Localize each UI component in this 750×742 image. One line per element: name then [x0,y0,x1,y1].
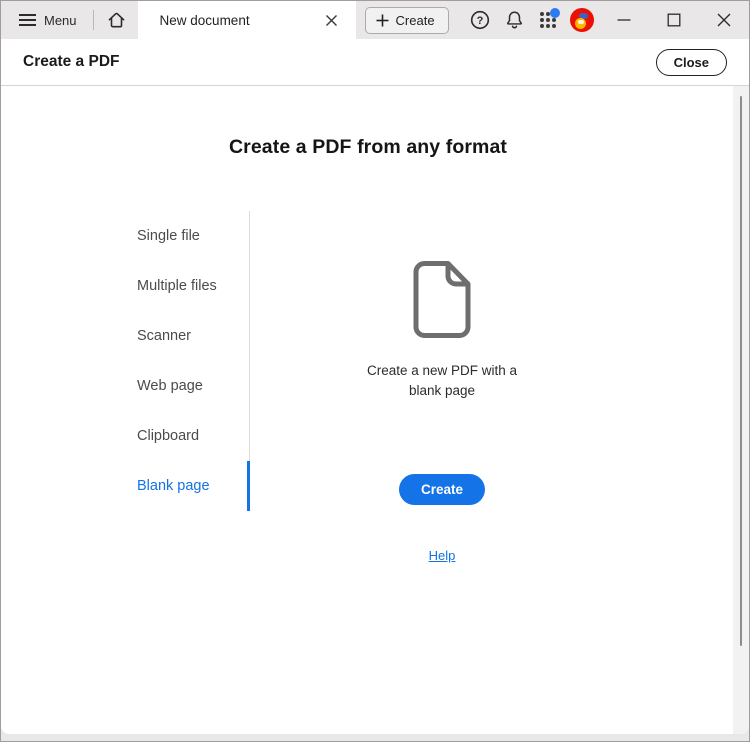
home-icon [106,10,127,30]
svg-text:?: ? [477,15,484,27]
nav-item-single-file[interactable]: Single file [137,211,241,261]
nav-selected-indicator [247,461,250,511]
question-circle-icon: ? [470,10,490,30]
menu-button[interactable]: Menu [9,5,87,35]
help-link[interactable]: Help [429,548,456,563]
nav-item-web-page[interactable]: Web page [137,361,241,411]
close-icon [326,14,338,26]
bell-icon [506,11,522,29]
home-button[interactable] [100,5,134,35]
titlebar: Menu New document Create ? [1,1,749,39]
tab-close-button[interactable] [320,8,344,32]
maximize-icon [667,13,681,27]
scrollbar-track[interactable] [733,86,749,734]
scrollbar-thumb[interactable] [740,96,742,646]
plus-icon [376,14,389,27]
titlebar-divider [92,10,94,30]
minimize-icon [617,19,631,21]
help-menu-button[interactable]: ? [463,5,497,35]
blank-page-detail: Create a new PDF with a blank page Creat… [342,86,542,734]
create-pdf-button[interactable]: Create [398,474,486,505]
maximize-button[interactable] [649,1,699,39]
acrobat-brand-button[interactable] [565,5,599,35]
nav-item-multiple-files[interactable]: Multiple files [137,261,241,311]
detail-caption: Create a new PDF with a blank page [366,363,518,398]
nav-item-scanner[interactable]: Scanner [137,311,241,361]
tab-title: New document [159,12,250,28]
tool-header: Create a PDF Close [1,39,749,86]
window-close-button[interactable] [699,1,749,39]
close-tool-button[interactable]: Close [655,48,727,76]
app-window: Menu New document Create ? Create a PDF … [0,0,750,742]
content-panel: Create a PDF from any format Single file… [1,86,749,734]
app-grid-icon [539,8,560,29]
nav-item-blank-page[interactable]: Blank page [137,461,241,511]
notification-badge [550,8,560,18]
close-icon [717,13,731,27]
notifications-button[interactable] [497,5,531,35]
minimize-button[interactable] [599,1,649,39]
create-tab-button[interactable]: Create [364,6,449,34]
tab-new-document[interactable]: New document [137,1,356,39]
acrobat-logo [570,8,594,32]
format-nav: Single file Multiple files Scanner Web p… [137,211,241,511]
page-title: Create a PDF [23,53,120,70]
hamburger-icon [19,13,36,27]
apps-button[interactable] [531,5,565,35]
create-tab-label: Create [395,12,435,28]
blank-document-icon [342,259,542,341]
menu-label: Menu [44,12,77,28]
nav-item-clipboard[interactable]: Clipboard [137,411,241,461]
